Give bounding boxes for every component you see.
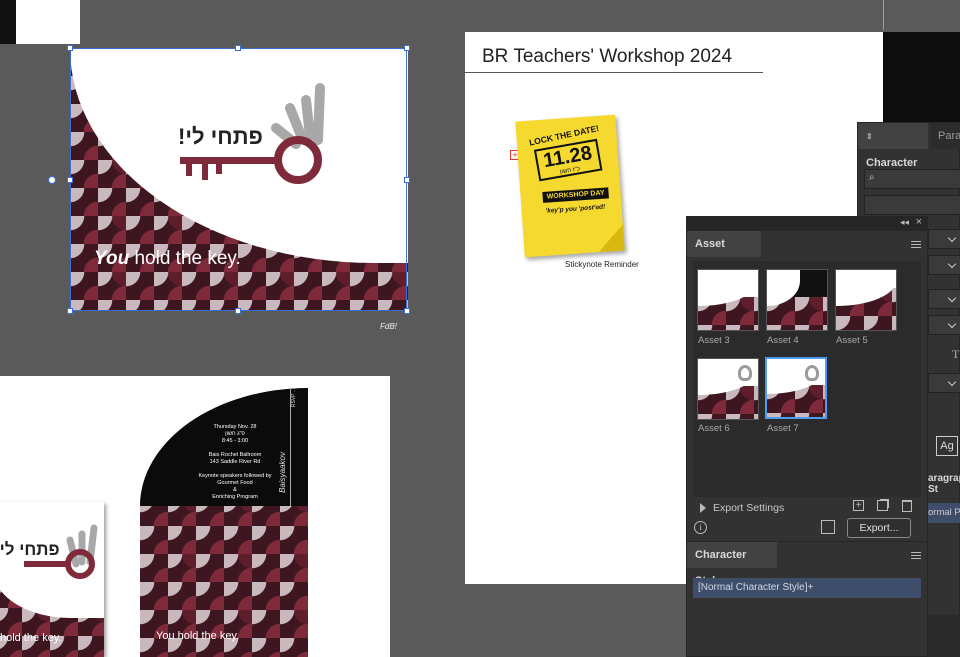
chevron-down-icon xyxy=(947,377,957,387)
sticky-date-box: 11.28 כ"ז חשון xyxy=(533,138,603,182)
glyph-aa-icon[interactable]: Ag xyxy=(936,436,958,456)
selection-handle-n[interactable] xyxy=(235,45,241,51)
left-card-tagline: hold the key. xyxy=(0,632,62,644)
export-settings-row[interactable]: Export Settings + xyxy=(693,499,921,519)
font-style-field[interactable] xyxy=(864,195,960,215)
font-search-field[interactable]: ⌕ xyxy=(864,169,960,189)
character-tab-label: Character xyxy=(866,157,918,169)
selection-bounding-box[interactable] xyxy=(70,48,407,311)
flyer-event-line: 8:45 - 3:00 xyxy=(221,438,249,444)
selection-handle-e[interactable] xyxy=(404,177,410,183)
title-rule xyxy=(465,72,763,73)
flyer-event-line: Bais Rochel Ballroom xyxy=(208,452,262,458)
close-icon[interactable]: × xyxy=(916,216,922,228)
selection-handle-w[interactable] xyxy=(67,177,73,183)
font-size-field[interactable] xyxy=(928,229,960,249)
selection-handle-sw[interactable] xyxy=(67,308,73,314)
export-button[interactable]: Export... xyxy=(847,518,911,538)
asset-thumb-5[interactable] xyxy=(835,269,897,331)
export-settings-label: Export Settings xyxy=(713,502,785,514)
asset-label-5: Asset 5 xyxy=(836,335,868,346)
paragraph-style-item[interactable]: ormal Para xyxy=(928,503,960,523)
flyer-side-strip: RSVP ... xyxy=(290,388,304,506)
flyer-event-line: פ"ג חשון xyxy=(225,431,245,437)
sticky-note[interactable]: LOCK THE DATE! 11.28 כ"ז חשון WORKSHOP D… xyxy=(515,114,625,258)
add-asset-icon[interactable]: + xyxy=(853,500,864,511)
anchor-point[interactable] xyxy=(48,176,56,184)
chevron-down-icon xyxy=(947,319,957,329)
flyer-side-text: RSVP ... xyxy=(291,388,297,408)
left-card: פתחי לי! hold the key. xyxy=(0,502,104,657)
trash-icon[interactable] xyxy=(902,500,912,512)
black-block xyxy=(0,0,16,44)
asset-thumb-3[interactable] xyxy=(697,269,759,331)
artboard-fragment-top-left xyxy=(0,0,80,44)
flyer-event-line: Gourmet Food xyxy=(217,480,253,486)
tab-character-styles[interactable]: Character Styles xyxy=(687,542,777,587)
asset-grid: Asset 3 Asset 4 Asset 5 Asset 6 Asset 7 xyxy=(693,261,921,497)
sticky-tagline: 'key'p you 'post'ed! xyxy=(545,203,606,215)
chevron-down-icon xyxy=(947,259,957,269)
flyer-script-text: Baisyaakov xyxy=(278,452,287,493)
flyer-event-line xyxy=(180,445,290,452)
character-style-item[interactable]: [Normal Character Style]+ xyxy=(693,578,921,598)
chevron-down-icon xyxy=(947,233,957,243)
flyer-panel: Thursday Nov. 28 פ"ג חשון 8:45 - 3:00 Bais… xyxy=(140,388,308,657)
flyer-event-details: Thursday Nov. 28 פ"ג חשון 8:45 - 3:00 Bais… xyxy=(180,424,290,501)
tab-character[interactable]: ⇕ Character xyxy=(858,123,928,169)
selection-handle-se[interactable] xyxy=(404,308,410,314)
artboard-fragment-top-right xyxy=(883,0,960,30)
disclosure-triangle-icon xyxy=(700,503,706,513)
sticky-caption: Stickynote Reminder xyxy=(565,260,639,269)
export-list-icon[interactable] xyxy=(821,520,835,534)
panel-menu-icon[interactable] xyxy=(911,241,921,248)
signature-text: FdB! xyxy=(380,322,397,331)
asset-label-3: Asset 3 xyxy=(698,335,730,346)
flyer-event-line xyxy=(180,466,290,473)
flyer-artboard: פתחי לי! hold the key. Thursday Nov. 28 פ… xyxy=(0,376,390,657)
chevron-down-icon xyxy=(947,293,957,303)
asset-thumb-4[interactable] xyxy=(766,269,828,331)
scale-field[interactable] xyxy=(928,373,960,393)
tracking-field[interactable] xyxy=(928,315,960,335)
sticky-curl xyxy=(596,224,625,253)
flyer-tagline: You hold the key. xyxy=(156,630,240,642)
collapse-panel-icon[interactable]: ◂◂ xyxy=(900,217,909,228)
black-artwork-fragment xyxy=(883,32,960,122)
character-styles-panel: Character Styles [Normal Character Style… xyxy=(686,541,928,657)
flyer-event-line: Thursday Nov. 28 xyxy=(213,424,257,430)
info-icon[interactable]: i xyxy=(694,521,707,534)
leading-field[interactable] xyxy=(928,255,960,275)
tab-asset-export[interactable]: Asset Export xyxy=(687,231,761,276)
selection-handle-s[interactable] xyxy=(235,308,241,314)
asset-thumb-7[interactable] xyxy=(765,357,827,419)
tab-paragraph[interactable]: Parag xyxy=(930,123,960,149)
panel-bottom-strip xyxy=(928,615,960,657)
asset-thumb-6[interactable] xyxy=(697,358,759,420)
panel-collapse-icon: ⇕ xyxy=(866,132,873,141)
asset-label-7: Asset 7 xyxy=(767,423,799,434)
asset-export-panel: ◂◂ × Asset Export Asset 3 Asset 4 Asset … xyxy=(686,216,928,542)
kerning-field[interactable] xyxy=(928,289,960,309)
selection-handle-ne[interactable] xyxy=(404,45,410,51)
left-card-key-icon xyxy=(24,522,104,588)
selection-handle-nw[interactable] xyxy=(67,45,73,51)
sticky-badge: WORKSHOP DAY xyxy=(542,187,609,203)
panel-menu-icon[interactable] xyxy=(911,552,921,559)
duplicate-asset-icon[interactable] xyxy=(877,500,888,511)
flyer-event-line: & xyxy=(233,487,237,493)
search-icon: ⌕ xyxy=(869,172,875,183)
flyer-event-line: Enriching Program xyxy=(212,494,258,500)
workshop-page-title: BR Teachers' Workshop 2024 xyxy=(482,46,733,67)
panel-titlebar: ◂◂ × xyxy=(687,216,927,231)
flyer-event-line: 143 Saddle River Rd xyxy=(209,459,261,465)
paragraph-styles-tab[interactable]: aragraph St xyxy=(928,473,960,495)
asset-label-6: Asset 6 xyxy=(698,423,730,434)
flyer-event-line: Keynote speakers followed by xyxy=(198,473,272,479)
asset-label-4: Asset 4 xyxy=(767,335,799,346)
vertical-scale-icon: T xyxy=(952,347,960,361)
